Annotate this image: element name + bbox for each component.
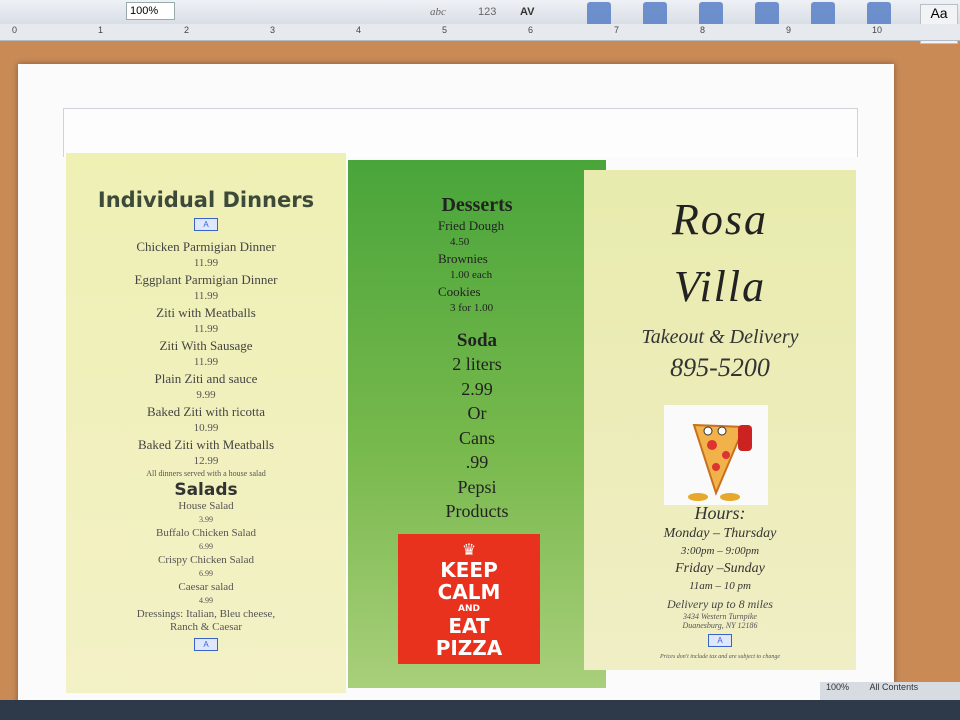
- menu-panel-dinners[interactable]: Individual Dinners A Chicken Parmigian D…: [66, 153, 346, 693]
- ruler-tick: 3: [270, 25, 276, 35]
- salad-name: Crispy Chicken Salad: [158, 554, 254, 566]
- salad-price: 6.99: [199, 542, 213, 551]
- zoom-select[interactable]: 100%: [126, 2, 175, 20]
- sign-line-4: EAT: [448, 614, 490, 638]
- salad-price: 6.99: [199, 569, 213, 578]
- dinners-heading: Individual Dinners: [97, 188, 315, 212]
- ruler-tick: 9: [786, 25, 792, 35]
- dinner-name: Chicken Parmigian Dinner: [136, 239, 276, 254]
- group-icon: [867, 2, 891, 26]
- ruler-tick: 1: [98, 25, 104, 35]
- toolbar-ribbon: 100% abc 123 AV Text BoxWordArtShapePict…: [0, 0, 960, 44]
- ruler-tick: 10: [872, 25, 883, 35]
- salads-heading: Salads: [174, 480, 238, 500]
- desserts-heading: Desserts: [441, 194, 513, 216]
- restaurant-name-line-2: Villa: [673, 262, 767, 311]
- hours-line: Monday – Thursday: [663, 526, 777, 541]
- spelling-icon[interactable]: abc: [430, 3, 446, 21]
- sign-line-1: KEEP: [440, 558, 498, 582]
- address-line-2: Duanesburg, NY 12186: [682, 621, 758, 630]
- soda-line: 2.99: [461, 378, 493, 399]
- dessert-list: Fried Dough 4.50 Brownies 1.00 each Cookies 3…: [438, 217, 606, 316]
- salad-name: Buffalo Chicken Salad: [156, 527, 256, 539]
- soda-line: 2 liters: [452, 354, 502, 374]
- dinner-list: Chicken Parmigian Dinner 11.99 Eggplant Pa…: [66, 238, 346, 469]
- dessert-name: Cookies: [438, 284, 481, 299]
- soda-heading: Soda: [456, 330, 498, 351]
- dessert-name: Brownies: [438, 251, 488, 266]
- anchor-icon[interactable]: A: [194, 638, 218, 651]
- restaurant-name-line-1: Rosa: [672, 195, 768, 244]
- ruler-tick: 4: [356, 25, 362, 35]
- anchor-icon[interactable]: A: [194, 218, 218, 231]
- salad-price: 3.99: [199, 515, 213, 524]
- salad-price: 4.99: [199, 596, 213, 605]
- dinner-price: 11.99: [193, 356, 219, 368]
- dinner-price: 11.99: [193, 257, 219, 269]
- hours-line: Friday –Sunday: [675, 561, 765, 576]
- ruler-tick: 5: [442, 25, 448, 35]
- sign-line-5: PIZZA: [435, 636, 503, 660]
- address-line-1: 3434 Western Turnpike: [683, 612, 757, 621]
- hours-line: 11am – 10 pm: [689, 580, 751, 592]
- dinner-name: Eggplant Parmigian Dinner: [134, 272, 278, 287]
- picture-icon: [755, 2, 779, 26]
- dinner-price: 12.99: [193, 455, 219, 467]
- shape-icon: [699, 2, 723, 26]
- anchor-icon[interactable]: A: [708, 634, 732, 647]
- dessert-price: 3 for 1.00: [450, 302, 494, 314]
- delivery-range: Delivery up to 8 miles: [667, 597, 773, 611]
- ruler-tick: 0: [12, 25, 18, 35]
- keep-calm-sign[interactable]: ♛ KEEP CALM AND EAT PIZZA: [398, 534, 540, 664]
- crown-icon: ♛: [461, 540, 477, 559]
- sign-line-2: CALM: [437, 580, 501, 604]
- dinner-name: Ziti With Sausage: [159, 338, 253, 353]
- soda-line: Or: [467, 403, 487, 423]
- dinner-name: Ziti with Meatballs: [156, 305, 256, 320]
- dinner-price: 10.99: [193, 422, 219, 434]
- dinner-price: 9.99: [196, 389, 216, 401]
- soda-line: Products: [445, 501, 509, 521]
- reorder-icon: [811, 2, 835, 26]
- wordart-icon: [643, 2, 667, 26]
- hours-list: Monday – Thursday 3:00pm – 9:00pm Friday –…: [584, 524, 856, 594]
- soda-line: Pepsi: [457, 476, 497, 497]
- character-spacing-icon[interactable]: AV: [520, 3, 534, 21]
- horizontal-ruler[interactable]: 0 1 2 3 4 5 6 7 8 9 10: [0, 24, 960, 41]
- dinner-price: 11.99: [193, 323, 219, 335]
- hours-heading: Hours:: [694, 503, 746, 523]
- dessert-price: 1.00 each: [450, 269, 493, 281]
- salad-list: House Salad 3.99 Buffalo Chicken Salad 6.99…: [66, 500, 346, 608]
- pizza-mascot-image[interactable]: [664, 405, 768, 505]
- hours-line: 3:00pm – 9:00pm: [680, 545, 760, 557]
- pizza-mascot-icon: [688, 423, 752, 501]
- text-box-icon: [587, 2, 611, 26]
- salad-name: Caesar salad: [178, 581, 234, 593]
- phone-number: 895-5200: [670, 353, 770, 382]
- numbering-icon[interactable]: 123: [478, 3, 496, 21]
- tagline: Takeout & Delivery: [641, 326, 799, 348]
- dinner-note: All dinners served with a house salad: [146, 469, 266, 478]
- dinner-price: 11.99: [193, 290, 219, 302]
- ruler-tick: 6: [528, 25, 534, 35]
- soda-list: 2 liters 2.99 Or Cans .99 Pepsi Products: [348, 352, 606, 524]
- price-footnote: Prices don't include tax and are subject…: [659, 654, 781, 660]
- dressings-line-2: Ranch & Caesar: [169, 621, 243, 633]
- page-margin-guide: [63, 108, 858, 157]
- ruler-tick: 2: [184, 25, 190, 35]
- soda-line: Cans: [459, 427, 495, 448]
- dessert-name: Fried Dough: [438, 218, 505, 233]
- ruler-tick: 8: [700, 25, 706, 35]
- dinner-name: Baked Ziti with ricotta: [146, 404, 266, 419]
- salad-name: House Salad: [178, 500, 234, 512]
- soda-line: .99: [465, 452, 489, 472]
- status-bar: [0, 700, 960, 720]
- dinner-name: Plain Ziti and sauce: [154, 371, 258, 386]
- dressings-line-1: Dressings: Italian, Bleu cheese,: [136, 608, 276, 620]
- ruler-tick: 7: [614, 25, 620, 35]
- dinner-name: Baked Ziti with Meatballs: [137, 437, 275, 452]
- status-zoom[interactable]: 100% All Contents: [820, 682, 960, 700]
- dessert-price: 4.50: [450, 236, 470, 248]
